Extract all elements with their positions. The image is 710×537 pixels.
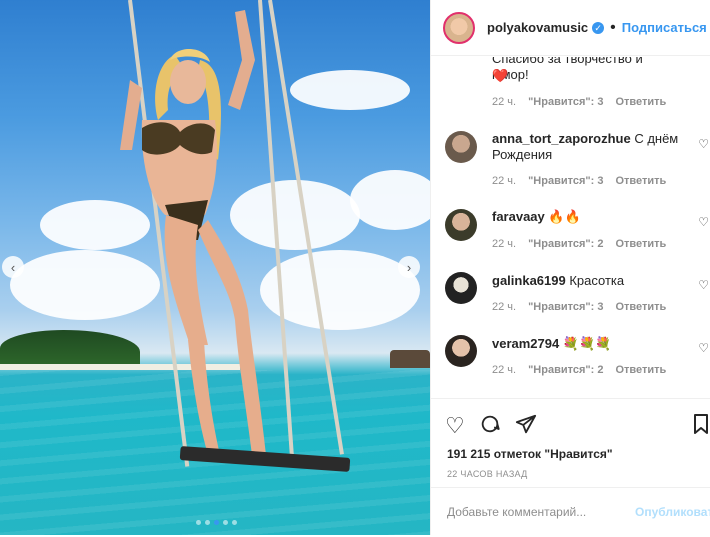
add-comment-bar: Добавьте комментарий... Опубликовать: [431, 487, 710, 537]
comment-time: 22 ч.: [492, 238, 517, 250]
comment-likes[interactable]: "Нравится": 2: [528, 238, 603, 250]
comment-list[interactable]: Спасибо за творчество и юмор! ❤️ 22 ч. "…: [431, 57, 710, 397]
carousel-dot-active: [214, 520, 219, 525]
avatar[interactable]: [445, 335, 477, 367]
heart-icon[interactable]: ♡: [698, 278, 709, 292]
post-photo[interactable]: ‹ ›: [0, 0, 430, 535]
reply-button[interactable]: Ответить: [615, 175, 666, 187]
comment-meta: 22 ч. "Нравится": 3 Ответить: [492, 175, 666, 187]
share-icon[interactable]: [515, 413, 537, 441]
carousel-dot: [223, 520, 228, 525]
post-sidebar: polyakovamusic ✓ • Подписаться Спасибо з…: [430, 0, 710, 535]
heart-icon[interactable]: ♡: [698, 341, 709, 355]
comment-body: galinka6199 Красотка: [492, 273, 682, 289]
comment-username[interactable]: veram2794: [492, 336, 559, 351]
avatar[interactable]: [445, 209, 477, 241]
carousel-dot: [232, 520, 237, 525]
bookmark-icon[interactable]: [693, 413, 709, 441]
reply-button[interactable]: Ответить: [615, 96, 666, 108]
cloud: [350, 170, 430, 230]
comment-icon[interactable]: [479, 413, 501, 441]
comment-time: 22 ч.: [492, 301, 517, 313]
like-count[interactable]: 191 215 отметок "Нравится": [447, 447, 613, 461]
heart-icon[interactable]: ♡: [698, 215, 709, 229]
comment-username[interactable]: galinka6199: [492, 273, 566, 288]
comment-meta: 22 ч. "Нравится": 3 Ответить: [492, 301, 666, 313]
person-figure: [120, 10, 266, 455]
comment-time: 22 ч.: [492, 364, 517, 376]
comment-text: 💐💐💐: [562, 336, 612, 351]
follow-button[interactable]: Подписаться: [622, 20, 707, 35]
reply-button[interactable]: Ответить: [615, 301, 666, 313]
verified-icon: ✓: [592, 21, 605, 34]
comment-username[interactable]: faravaay: [492, 209, 545, 224]
carousel-dot: [196, 520, 201, 525]
comment-time: 22 ч.: [492, 96, 517, 108]
reply-button[interactable]: Ответить: [615, 364, 666, 376]
comment-body: anna_tort_zaporozhue С днём Рождения: [492, 131, 682, 163]
comment-input[interactable]: Добавьте комментарий...: [447, 505, 586, 519]
chevron-right-icon[interactable]: ›: [398, 256, 420, 278]
carousel-dots: [196, 520, 237, 525]
avatar[interactable]: [445, 272, 477, 304]
comment-meta: 22 ч. "Нравится": 2 Ответить: [492, 364, 666, 376]
comment-likes[interactable]: "Нравится": 3: [528, 96, 603, 108]
comment-time: 22 ч.: [492, 175, 517, 187]
separator: •: [610, 18, 616, 36]
pier: [390, 350, 430, 368]
heart-icon[interactable]: ♡: [698, 137, 709, 151]
comment-likes[interactable]: "Нравится": 3: [528, 175, 603, 187]
heart-icon[interactable]: ♡: [445, 413, 465, 441]
post-actions: ♡ 191 215 отметок "Нравится" 22 ЧАСОВ НА…: [431, 398, 710, 536]
author-username[interactable]: polyakovamusic: [487, 20, 588, 35]
comment-likes[interactable]: "Нравится": 2: [528, 364, 603, 376]
comment-body: veram2794 💐💐💐: [492, 336, 682, 352]
avatar[interactable]: [445, 131, 477, 163]
avatar[interactable]: [443, 11, 475, 44]
action-icons: ♡: [445, 413, 537, 441]
comment-likes[interactable]: "Нравится": 3: [528, 301, 603, 313]
comment-meta: 22 ч. "Нравится": 2 Ответить: [492, 238, 666, 250]
cloud: [290, 70, 410, 110]
comment-body: faravaay 🔥🔥: [492, 209, 682, 225]
comment-text: Красотка: [569, 273, 625, 288]
comment-text: 🔥🔥: [548, 209, 581, 224]
reply-button[interactable]: Ответить: [615, 238, 666, 250]
comment-username[interactable]: anna_tort_zaporozhue: [492, 131, 631, 146]
post-time[interactable]: 22 ЧАСОВ НАЗАД: [447, 469, 528, 479]
carousel-dot: [205, 520, 210, 525]
comment-emoji: ❤️: [492, 68, 509, 83]
post-header: polyakovamusic ✓ • Подписаться: [431, 0, 710, 56]
publish-button[interactable]: Опубликовать: [635, 505, 710, 519]
comment-meta: 22 ч. "Нравится": 3 Ответить: [492, 96, 666, 108]
chevron-left-icon[interactable]: ‹: [2, 256, 24, 278]
